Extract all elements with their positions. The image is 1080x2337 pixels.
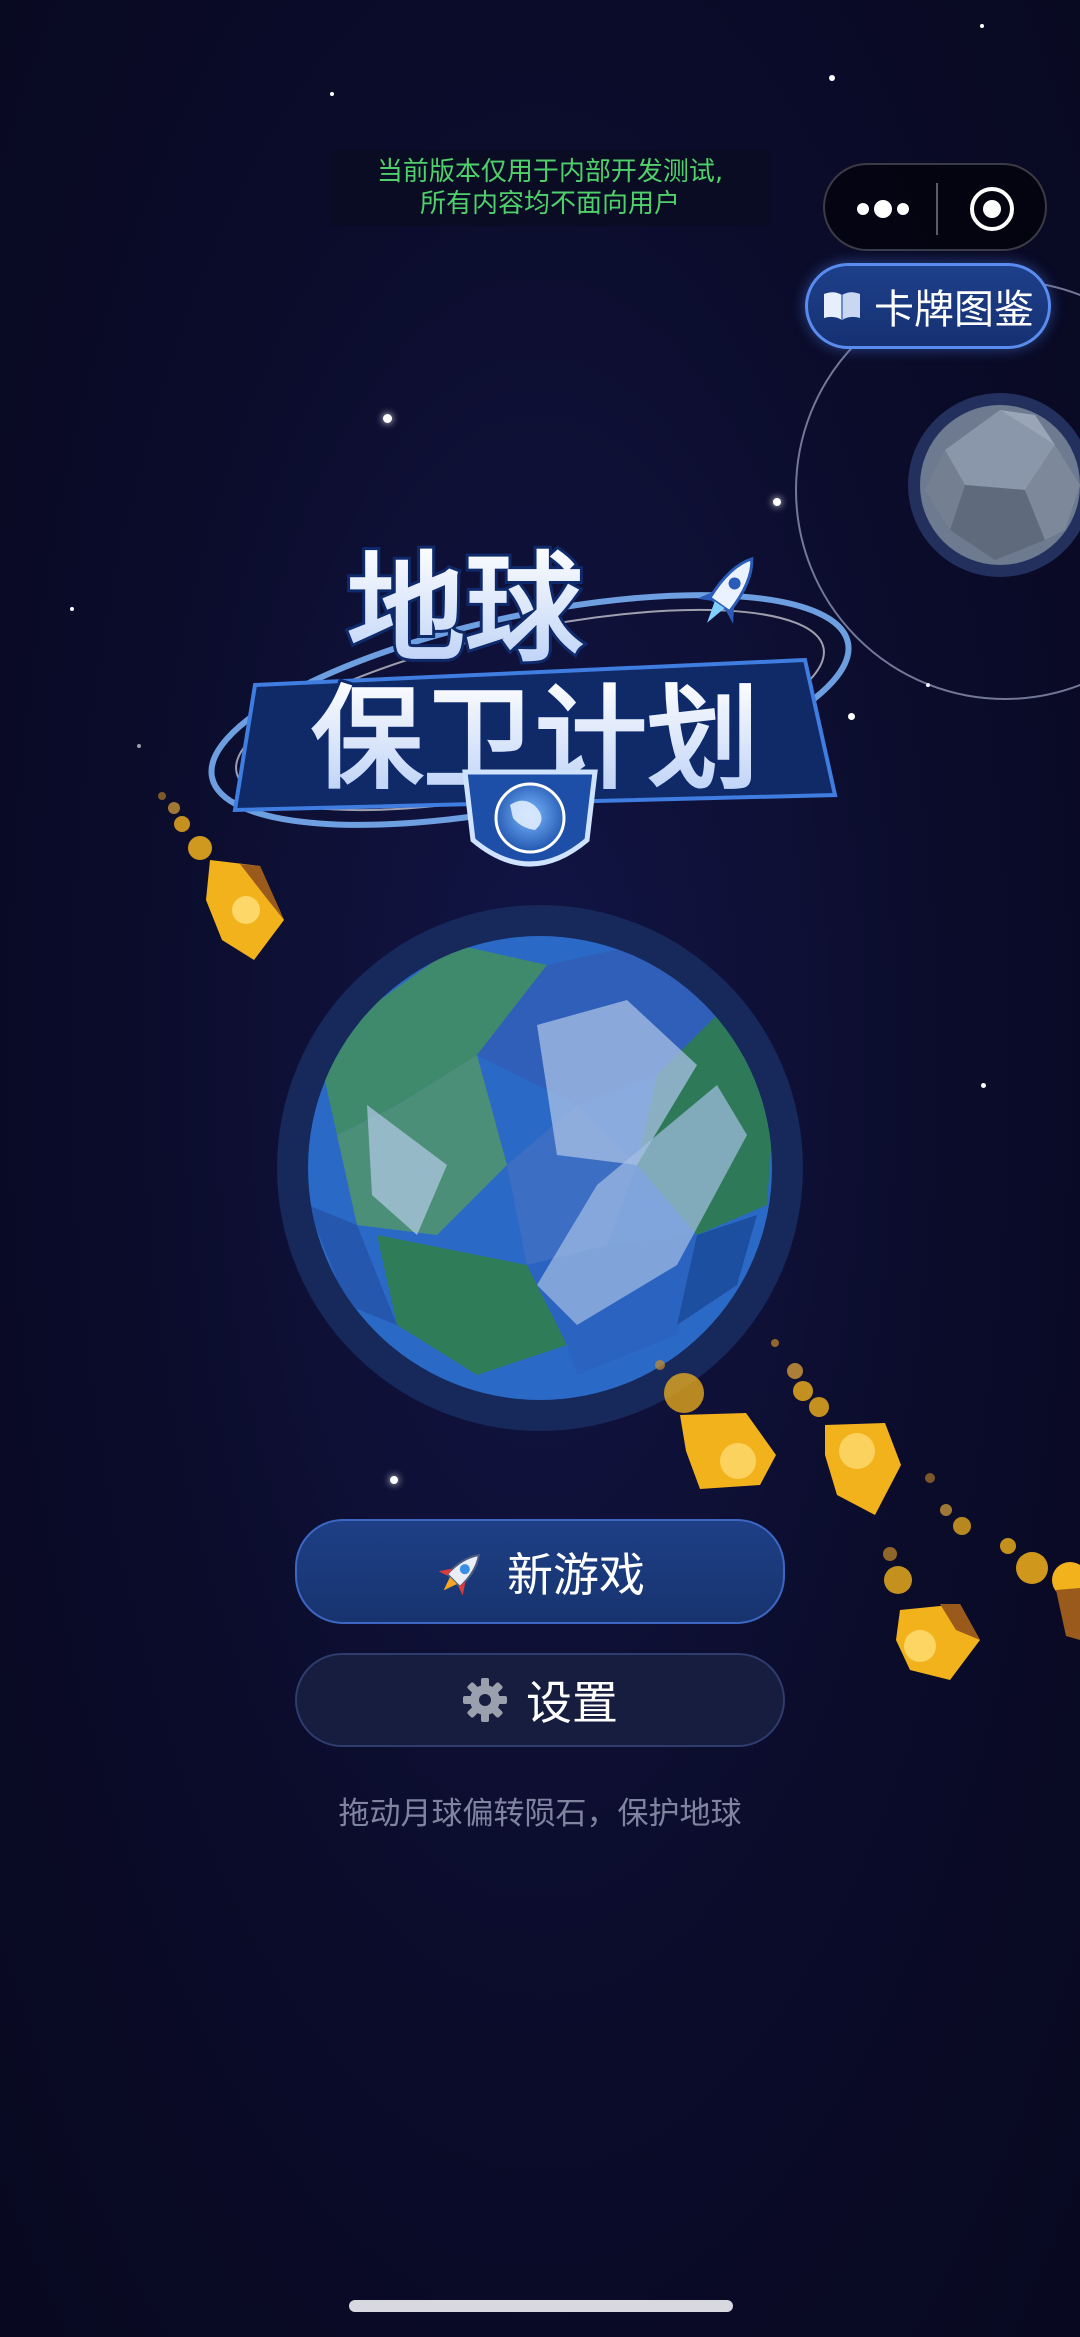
game-home-screen: 当前版本仅用于内部开发测试, 所有内容均不面向用户 卡牌图鉴 地球 保卫计划 新… xyxy=(0,0,1080,2337)
star xyxy=(383,414,392,423)
new-game-button[interactable]: 新游戏 xyxy=(295,1519,785,1624)
target-circle-icon[interactable] xyxy=(968,185,1016,233)
earth xyxy=(277,905,803,1431)
star xyxy=(70,607,74,611)
home-indicator[interactable] xyxy=(349,2300,733,2312)
star xyxy=(829,75,835,81)
gear-icon xyxy=(463,1678,507,1722)
meteor xyxy=(158,792,284,960)
gameplay-hint: 拖动月球偏转陨石，保护地球 xyxy=(338,1796,742,1832)
moon[interactable] xyxy=(905,390,1080,580)
rocket-icon xyxy=(697,556,754,624)
star xyxy=(980,24,984,28)
logo-title-line1: 地球 xyxy=(347,540,584,678)
meteor xyxy=(883,1473,1080,1680)
dev-notice-line2: 所有内容均不面向用户 xyxy=(419,189,680,219)
rocket-icon xyxy=(438,1553,481,1595)
miniprogram-capsule xyxy=(823,163,1047,251)
card-collection-label: 卡牌图鉴 xyxy=(874,287,1034,333)
new-game-label: 新游戏 xyxy=(507,1547,645,1602)
dev-notice-line1: 当前版本仅用于内部开发测试, xyxy=(376,157,724,187)
more-dots-icon[interactable] xyxy=(855,191,911,227)
shield-emblem xyxy=(462,769,598,867)
star xyxy=(390,1476,398,1484)
settings-button[interactable]: 设置 xyxy=(295,1653,785,1747)
star xyxy=(773,498,781,506)
settings-label: 设置 xyxy=(526,1676,618,1730)
star xyxy=(330,92,334,96)
capsule-divider xyxy=(936,183,938,235)
star xyxy=(981,1083,986,1088)
star xyxy=(137,744,141,748)
card-collection-button[interactable]: 卡牌图鉴 xyxy=(805,263,1051,349)
dev-notice: 当前版本仅用于内部开发测试, 所有内容均不面向用户 xyxy=(330,150,770,226)
open-book-icon xyxy=(824,292,860,320)
